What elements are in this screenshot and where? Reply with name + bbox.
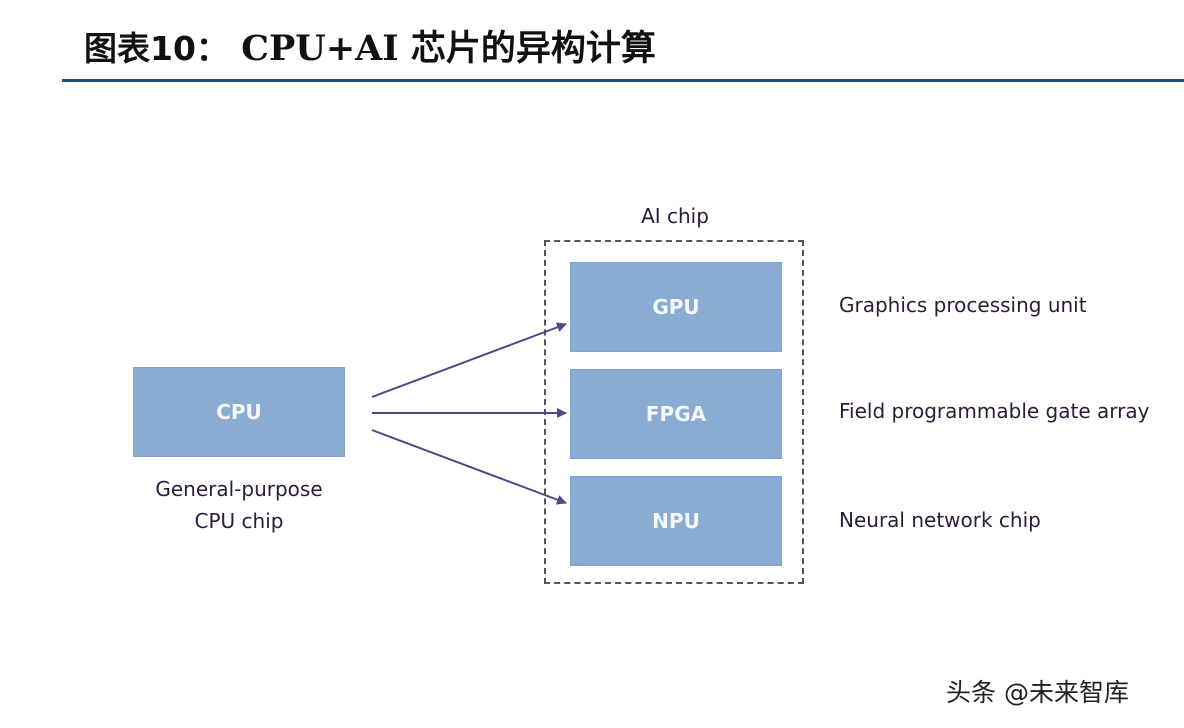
arrow-cpu-to-gpu	[371, 322, 567, 398]
arrow-cpu-to-npu	[371, 429, 567, 505]
arrows-layer	[371, 322, 567, 505]
watermark: 头条 @未来智库	[946, 678, 1129, 707]
